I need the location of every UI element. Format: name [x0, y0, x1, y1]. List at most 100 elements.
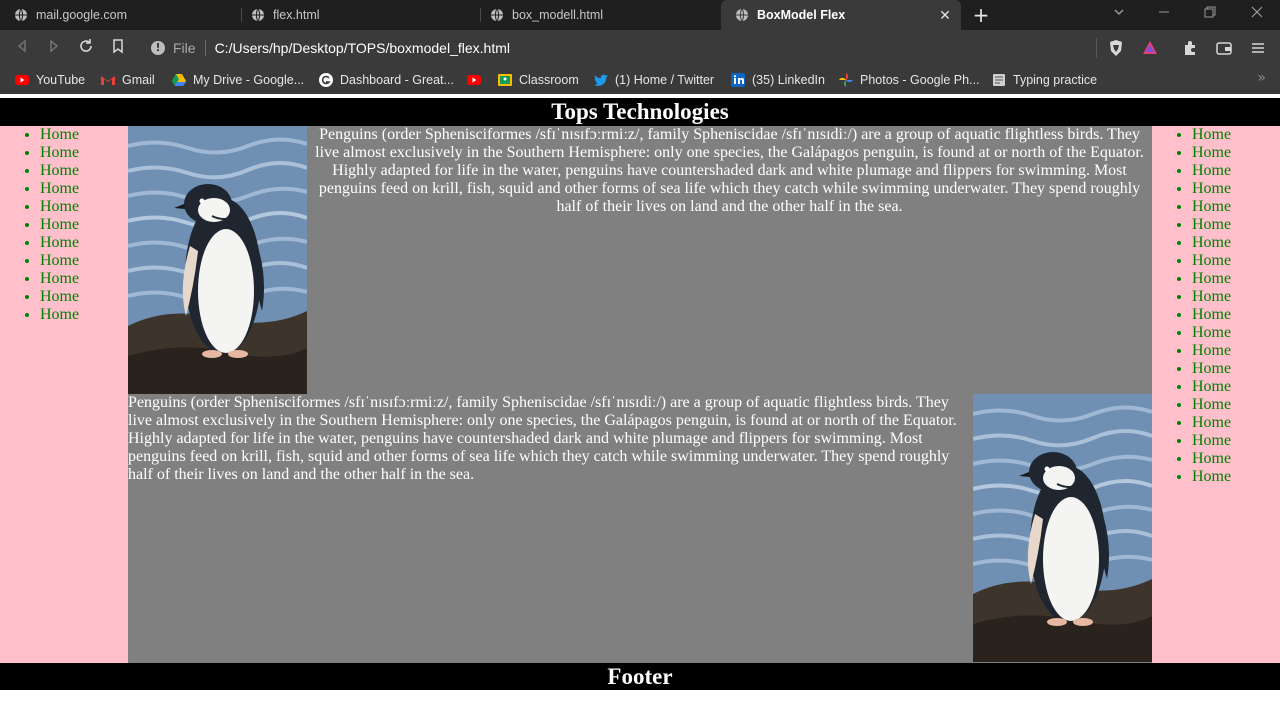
page-footer: Footer [0, 663, 1280, 690]
minimize-icon[interactable] [1152, 4, 1176, 26]
scheme-label: File [173, 40, 196, 56]
right-home-link[interactable]: Home [1192, 126, 1280, 144]
right-home-link[interactable]: Home [1192, 432, 1280, 450]
left-home-link[interactable]: Home [40, 198, 128, 216]
bookmark-youtube[interactable]: YouTube [14, 66, 85, 94]
tab-title: flex.html [273, 8, 320, 22]
right-home-link[interactable]: Home [1192, 342, 1280, 360]
bookmark-gmail[interactable]: Gmail [100, 66, 155, 94]
left-sidebar: HomeHomeHomeHomeHomeHomeHomeHomeHomeHome… [0, 126, 128, 663]
gmail-icon [100, 72, 116, 88]
main-content: Penguins (order Sphenisciformes /sfɪˈnɪs… [128, 126, 1152, 663]
keyboard-icon [991, 72, 1007, 88]
tab-box-modell[interactable]: box_modell.html [476, 0, 720, 30]
restore-icon[interactable] [1198, 4, 1222, 26]
left-home-link[interactable]: Home [40, 252, 128, 270]
info-icon[interactable]: ! [151, 41, 165, 55]
tab-search-icon[interactable] [1107, 4, 1131, 26]
left-home-link[interactable]: Home [40, 162, 128, 180]
left-home-link[interactable]: Home [40, 288, 128, 306]
bookmark-label: Typing practice [1013, 73, 1098, 87]
left-home-link[interactable]: Home [40, 270, 128, 288]
bookmark-classroom[interactable]: Classroom [497, 66, 579, 94]
left-home-link[interactable]: Home [40, 144, 128, 162]
right-home-link[interactable]: Home [1192, 306, 1280, 324]
right-home-link[interactable]: Home [1192, 252, 1280, 270]
right-home-link[interactable]: Home [1192, 288, 1280, 306]
penguin-image [973, 394, 1152, 662]
left-nav-list: HomeHomeHomeHomeHomeHomeHomeHomeHomeHome… [0, 126, 128, 324]
bookmark-twitter[interactable]: (1) Home / Twitter [593, 66, 714, 94]
google-drive-icon [171, 72, 187, 88]
bookmark-linkedin[interactable]: (35) LinkedIn [730, 66, 825, 94]
menu-icon[interactable] [1249, 39, 1267, 57]
right-sidebar: HomeHomeHomeHomeHomeHomeHomeHomeHomeHome… [1152, 126, 1280, 663]
tab-mail[interactable]: mail.google.com [0, 0, 242, 30]
address-bar[interactable]: ! File C:/Users/hp/Desktop/TOPS/boxmodel… [142, 34, 1097, 62]
tab-title: BoxModel Flex [757, 8, 846, 22]
right-home-link[interactable]: Home [1192, 162, 1280, 180]
tab-boxmodel-flex[interactable]: BoxModel Flex ✕ [721, 0, 961, 30]
divider [204, 40, 206, 56]
more-bookmarks-icon[interactable]: » [1257, 70, 1266, 86]
left-home-link[interactable]: Home [40, 180, 128, 198]
url-text[interactable]: C:/Users/hp/Desktop/TOPS/boxmodel_flex.h… [215, 40, 510, 56]
right-home-link[interactable]: Home [1192, 360, 1280, 378]
twitter-icon [593, 72, 609, 88]
close-tab-icon[interactable]: ✕ [937, 7, 953, 23]
right-home-link[interactable]: Home [1192, 198, 1280, 216]
bookmark-dashboard[interactable]: Dashboard - Great... [318, 66, 454, 94]
right-home-link[interactable]: Home [1192, 396, 1280, 414]
close-window-icon[interactable] [1245, 4, 1269, 26]
right-home-link[interactable]: Home [1192, 144, 1280, 162]
bookmark-label: YouTube [36, 73, 86, 87]
page-viewport: Tops Technologies HomeHomeHomeHomeHomeHo… [0, 98, 1280, 720]
new-tab-button[interactable]: + [970, 5, 992, 25]
right-home-link[interactable]: Home [1192, 468, 1280, 486]
right-home-link[interactable]: Home [1192, 234, 1280, 252]
brave-shield-icon[interactable] [1107, 39, 1125, 57]
back-icon[interactable] [12, 38, 32, 58]
tab-flex[interactable]: flex.html [237, 0, 481, 30]
bookmark-label: Classroom [519, 73, 579, 87]
linkedin-icon [730, 72, 746, 88]
left-home-link[interactable]: Home [40, 216, 128, 234]
right-home-link[interactable]: Home [1192, 450, 1280, 468]
reload-icon[interactable] [76, 38, 96, 58]
globe-icon [735, 8, 749, 22]
bookmark-label: Gmail [122, 73, 155, 87]
bookmark-google-photos[interactable]: Photos - Google Ph... [838, 66, 980, 94]
penguin-paragraph: Penguins (order Sphenisciformes /sfɪˈnɪs… [315, 126, 1144, 215]
globe-icon [14, 8, 28, 22]
right-home-link[interactable]: Home [1192, 378, 1280, 396]
globe-icon [490, 8, 504, 22]
tab-title: box_modell.html [512, 8, 604, 22]
forward-icon[interactable] [44, 38, 64, 58]
bookmark-icon[interactable] [108, 38, 128, 58]
penguin-image [128, 126, 307, 394]
right-home-link[interactable]: Home [1192, 324, 1280, 342]
globe-icon [251, 8, 265, 22]
left-home-link[interactable]: Home [40, 306, 128, 324]
bookmark-typing-practice[interactable]: Typing practice [991, 66, 1097, 94]
brave-rewards-icon[interactable] [1141, 39, 1159, 57]
right-home-link[interactable]: Home [1192, 216, 1280, 234]
browser-toolbar: ! File C:/Users/hp/Desktop/TOPS/boxmodel… [0, 30, 1280, 66]
bookmarks-bar: YouTube Gmail My Drive - Google... Dashb… [0, 66, 1280, 94]
right-home-link[interactable]: Home [1192, 270, 1280, 288]
divider [1096, 38, 1097, 58]
tab-title: mail.google.com [36, 8, 128, 22]
penguin-paragraph: Penguins (order Sphenisciformes /sfɪˈnɪs… [128, 394, 957, 483]
youtube-icon [466, 72, 482, 88]
bookmark-my-drive[interactable]: My Drive - Google... [171, 66, 304, 94]
wallet-icon[interactable] [1215, 39, 1233, 57]
bookmark-label: Photos - Google Ph... [860, 73, 980, 87]
left-home-link[interactable]: Home [40, 234, 128, 252]
left-home-link[interactable]: Home [40, 126, 128, 144]
classroom-icon [497, 72, 513, 88]
extensions-icon[interactable] [1181, 39, 1199, 57]
g-circle-icon [318, 72, 334, 88]
bookmark-youtube-2[interactable] [466, 66, 488, 94]
right-home-link[interactable]: Home [1192, 180, 1280, 198]
right-home-link[interactable]: Home [1192, 414, 1280, 432]
